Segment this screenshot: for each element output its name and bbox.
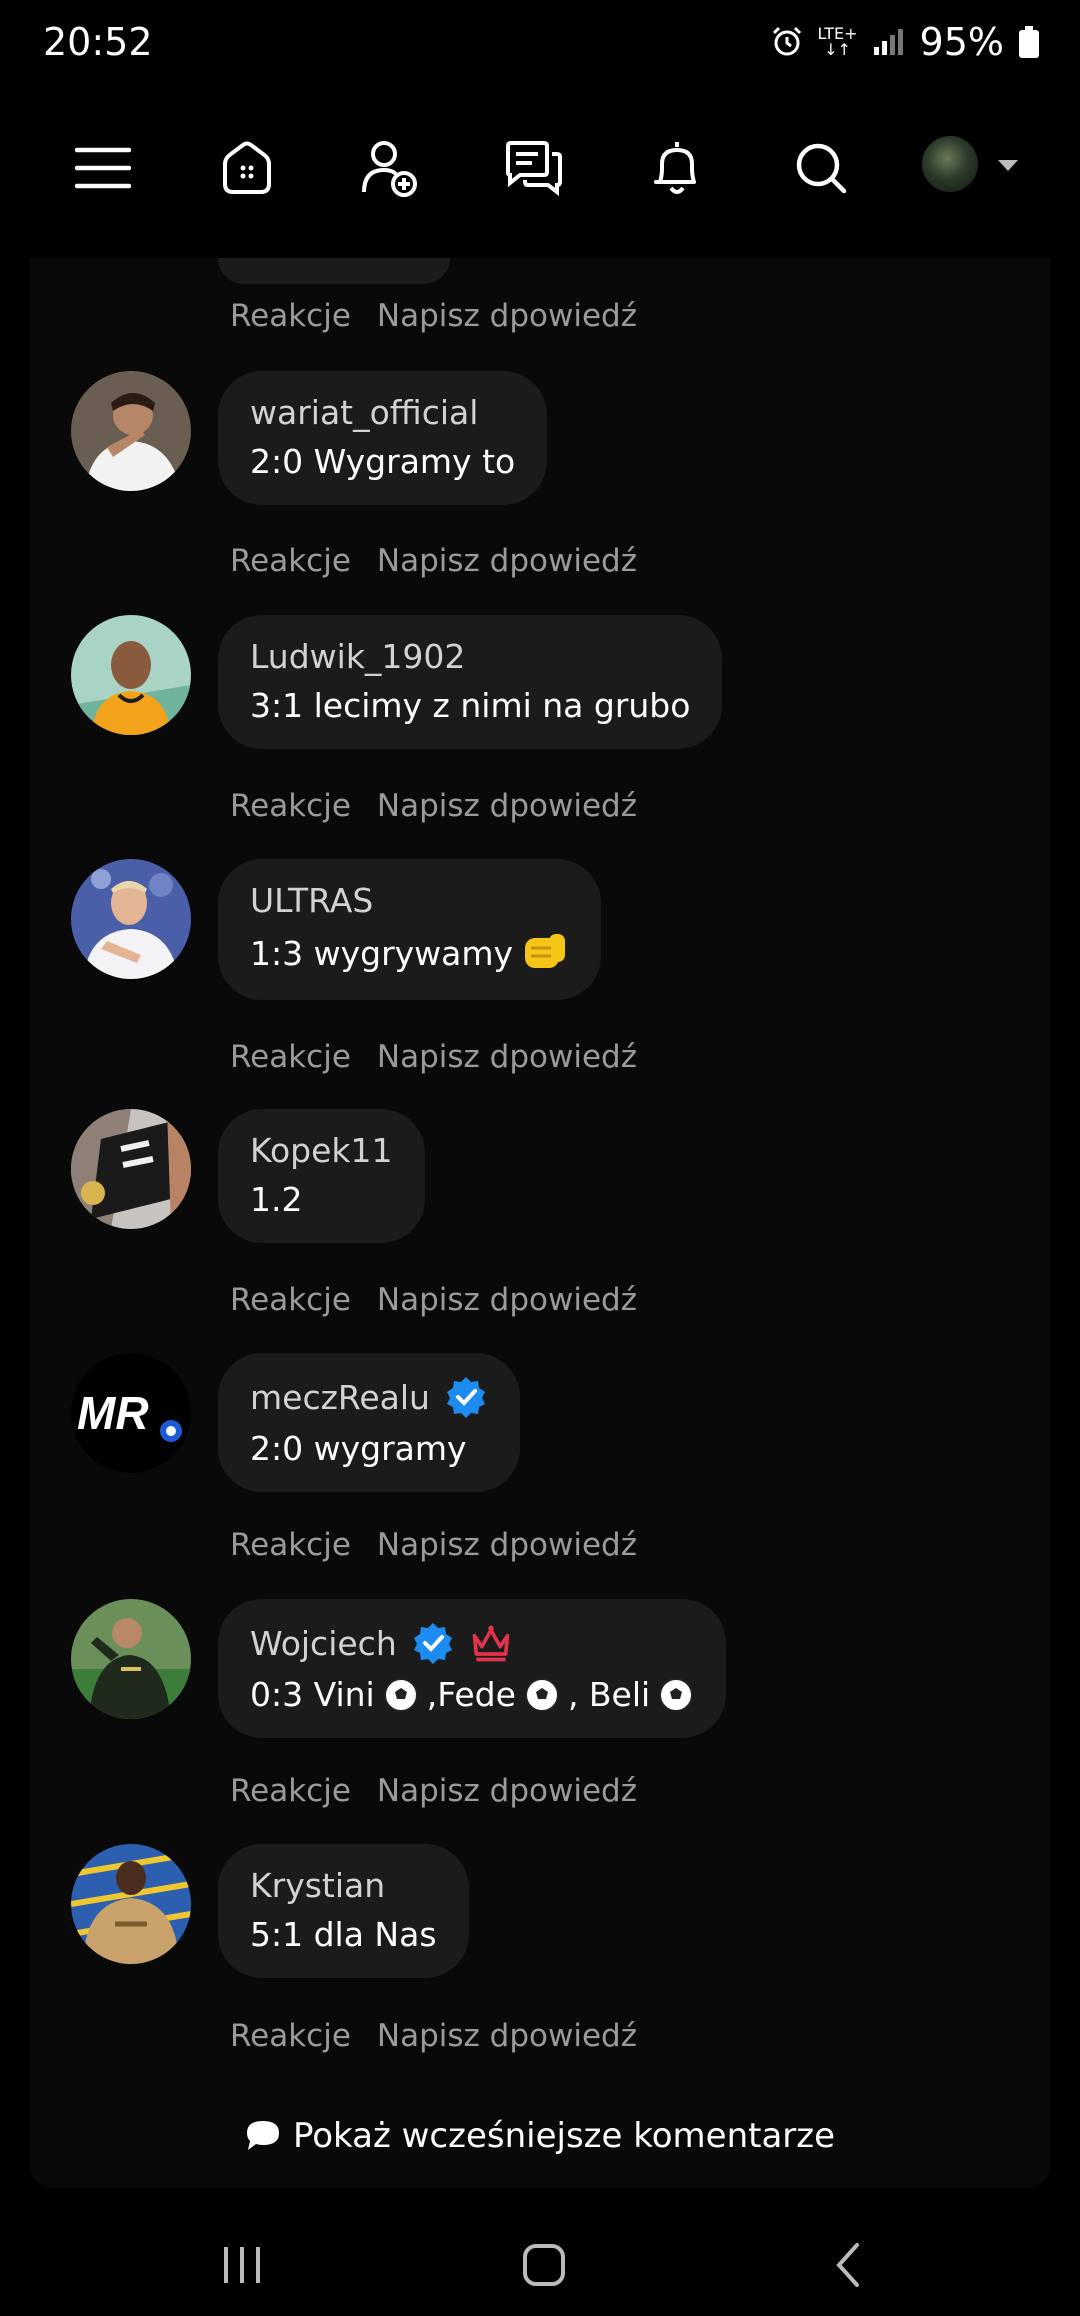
reply-link[interactable]: Napisz dpowiedź — [377, 1282, 637, 1318]
messages-icon — [506, 141, 562, 196]
comment-bubble: meczRealu 2:0 wygramy — [218, 1353, 520, 1492]
system-navigation-bar — [0, 2210, 1080, 2316]
crown-icon — [472, 1625, 510, 1662]
home-icon — [223, 141, 271, 194]
react-link[interactable]: Reakcje — [230, 543, 351, 579]
react-link[interactable]: Reakcje — [230, 1039, 351, 1075]
comment-actions: Reakcje Napisz dpowiedź — [230, 543, 637, 579]
chevron-down-icon[interactable] — [998, 160, 1018, 171]
menu-button[interactable] — [67, 132, 139, 204]
reply-link[interactable]: Napisz dpowiedź — [377, 1527, 637, 1563]
comment-text: 2:0 Wygramy to — [250, 442, 516, 481]
username[interactable]: Wojciech — [250, 1624, 397, 1663]
username[interactable]: Krystian — [250, 1866, 385, 1905]
fist-emoji-icon — [525, 934, 566, 968]
comment-bubble: Ludwik_1902 3:1 lecimy z nimi na grubo — [218, 615, 723, 749]
menu-icon — [75, 147, 131, 189]
verified-badge-icon — [446, 1377, 485, 1418]
comment-bubble: Krystian 5:1 dla Nas — [218, 1844, 469, 1978]
comment-text: 5:1 dla Nas — [250, 1915, 437, 1954]
show-earlier-comments-label: Pokaż wcześniejsze komentarze — [292, 2116, 836, 2156]
username[interactable]: wariat_official — [250, 393, 478, 432]
alarm-icon — [772, 26, 801, 56]
comment-actions: Reakcje Napisz dpowiedź — [230, 1527, 637, 1563]
reply-link[interactable]: Napisz dpowiedź — [377, 1039, 637, 1075]
home-system-button[interactable] — [504, 2230, 584, 2300]
username[interactable]: ULTRAS — [250, 881, 373, 920]
react-link[interactable]: Reakcje — [230, 1282, 351, 1318]
avatar[interactable] — [71, 615, 191, 735]
svg-text:MR: MR — [77, 1387, 149, 1439]
reply-link[interactable]: Napisz dpowiedź — [377, 543, 637, 579]
comment-text: 2:0 wygramy — [250, 1429, 467, 1468]
avatar[interactable] — [71, 859, 191, 979]
comment-actions: Reakcje Napisz dpowiedź — [230, 2018, 637, 2054]
avatar[interactable]: MR — [71, 1353, 191, 1473]
battery-percent: 95% — [919, 20, 1004, 64]
avatar[interactable] — [71, 1844, 191, 1964]
react-link[interactable]: Reakcje — [230, 2018, 351, 2054]
react-link[interactable]: Reakcje — [230, 1527, 351, 1563]
username[interactable]: Kopek11 — [250, 1131, 393, 1170]
comment-actions: Reakcje Napisz dpowiedź — [230, 1282, 637, 1318]
search-icon — [796, 143, 847, 194]
reply-link[interactable]: Napisz dpowiedź — [377, 1773, 637, 1809]
comment-actions: Reakcje Napisz dpowiedź — [230, 298, 637, 334]
comment-bubble: Kopek11 1.2 — [218, 1109, 425, 1243]
comment-text: 1:3 wygrywamy — [250, 933, 514, 973]
comment-icon — [246, 2121, 279, 2150]
home-button[interactable] — [211, 132, 283, 204]
username[interactable]: meczRealu — [250, 1378, 430, 1417]
status-bar: 20:52 LTE+ ↓↑ 95% — [0, 0, 1080, 90]
comment-text-part: 0:3 Vini — [250, 1675, 375, 1714]
comment-text-part: , Beli — [567, 1675, 651, 1714]
add-friend-icon — [362, 141, 417, 197]
notifications-icon — [654, 142, 696, 194]
comment-bubble: Wojciech 0:3 Vini ,Fede , Beli — [218, 1599, 727, 1738]
profile-avatar[interactable] — [922, 136, 978, 192]
add-friend-button[interactable] — [354, 132, 426, 204]
previous-comment-bubble — [218, 258, 450, 284]
react-link[interactable]: Reakcje — [230, 298, 351, 334]
comment-actions: Reakcje Napisz dpowiedź — [230, 1039, 637, 1075]
soccer-ball-icon — [524, 1677, 559, 1712]
username[interactable]: Ludwik_1902 — [250, 637, 465, 676]
soccer-ball-icon — [383, 1677, 418, 1712]
comment-text-part: ,Fede — [426, 1675, 516, 1714]
status-icons: LTE+ ↓↑ 95% — [770, 20, 1040, 64]
comment-text: 3:1 lecimy z nimi na grubo — [250, 686, 691, 725]
comment-text: 1.2 — [250, 1180, 303, 1219]
soccer-ball-icon — [659, 1677, 694, 1712]
show-earlier-comments-button[interactable]: Pokaż wcześniejsze komentarze — [0, 2116, 1080, 2156]
avatar[interactable] — [71, 1599, 191, 1719]
avatar[interactable] — [71, 371, 191, 491]
reply-link[interactable]: Napisz dpowiedź — [377, 788, 637, 824]
search-button[interactable] — [785, 132, 857, 204]
recent-apps-button[interactable] — [202, 2230, 282, 2300]
home-square-icon — [523, 2244, 565, 2286]
battery-icon — [1019, 26, 1039, 58]
reply-link[interactable]: Napisz dpowiedź — [377, 2018, 637, 2054]
avatar[interactable] — [71, 1109, 191, 1229]
messages-button[interactable] — [498, 132, 570, 204]
clock: 20:52 — [43, 20, 153, 64]
react-link[interactable]: Reakcje — [230, 788, 351, 824]
back-chevron-icon — [836, 2243, 859, 2287]
comment-bubble: wariat_official 2:0 Wygramy to — [218, 371, 548, 505]
recent-apps-icon — [224, 2247, 260, 2283]
verified-badge-icon — [413, 1623, 452, 1664]
top-navigation — [0, 100, 1080, 240]
notifications-button[interactable] — [641, 132, 713, 204]
signal-icon — [873, 29, 903, 55]
react-link[interactable]: Reakcje — [230, 1773, 351, 1809]
comment-actions: Reakcje Napisz dpowiedź — [230, 788, 637, 824]
comment-actions: Reakcje Napisz dpowiedź — [230, 1773, 637, 1809]
network-type: LTE+ ↓↑ — [817, 24, 858, 59]
reply-link[interactable]: Napisz dpowiedź — [377, 298, 637, 334]
back-button[interactable] — [808, 2230, 888, 2300]
comment-bubble: ULTRAS 1:3 wygrywamy — [218, 859, 602, 1000]
